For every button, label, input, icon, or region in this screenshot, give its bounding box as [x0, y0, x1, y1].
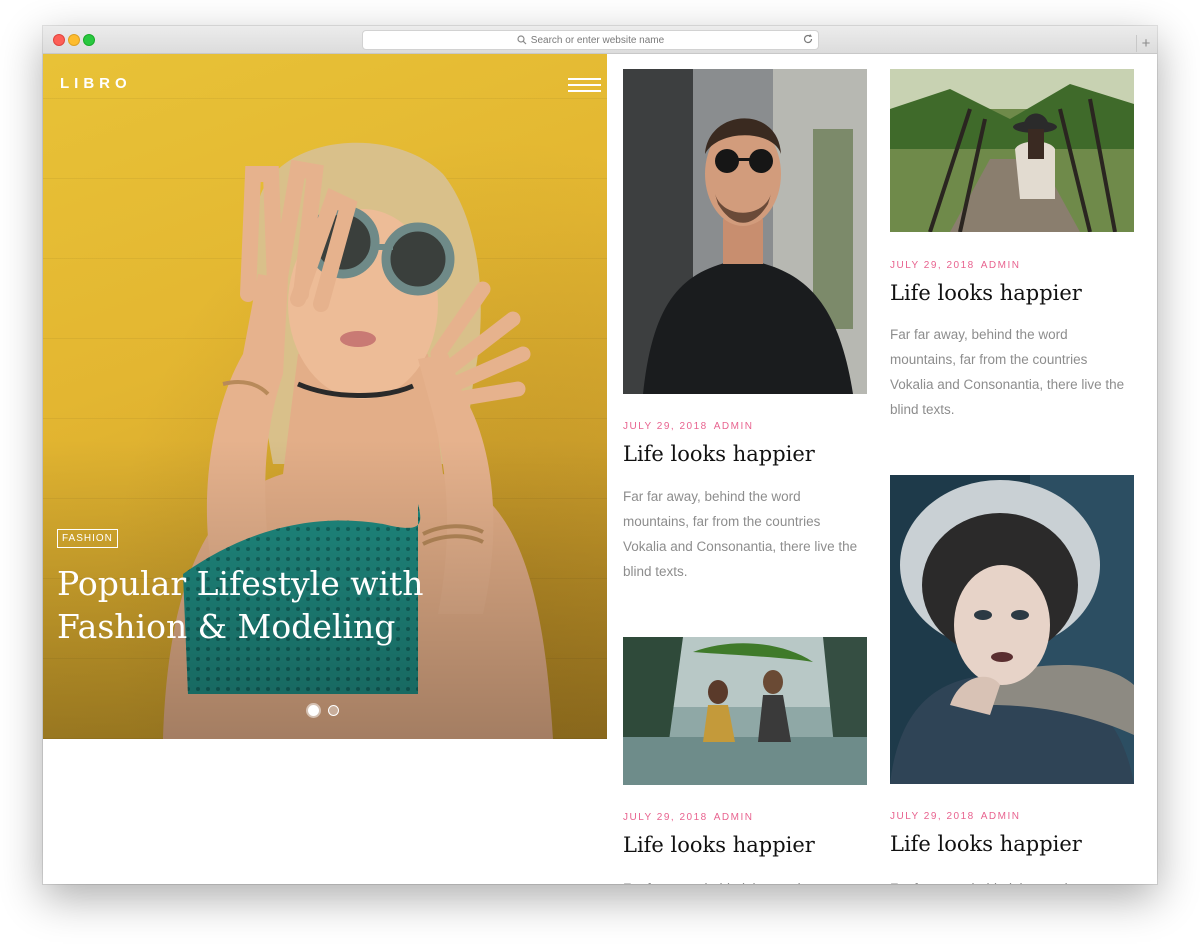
- post-date-2[interactable]: JULY 29, 2018: [890, 260, 975, 271]
- post-photo-3: [623, 637, 867, 785]
- post-image-2[interactable]: [890, 69, 1134, 232]
- reload-icon[interactable]: [802, 33, 814, 45]
- page: LIBRO FASHION Popular Lifestyle with Fas…: [43, 54, 1157, 884]
- browser-window: Search or enter website name + LIBRO FAS…: [43, 26, 1157, 884]
- zoom-window-button[interactable]: [83, 34, 95, 46]
- menu-icon[interactable]: [568, 78, 601, 92]
- search-icon: [517, 35, 527, 45]
- minimize-window-button[interactable]: [68, 34, 80, 46]
- post-date-3[interactable]: JULY 29, 2018: [623, 812, 708, 823]
- site-logo[interactable]: LIBRO: [60, 75, 132, 92]
- post-photo-4: [890, 475, 1134, 784]
- post-date-4[interactable]: JULY 29, 2018: [890, 811, 975, 822]
- post-excerpt-2: Far far away, behind the word mountains,…: [890, 327, 1125, 417]
- hero-slider: LIBRO FASHION Popular Lifestyle with Fas…: [43, 54, 607, 739]
- slider-dot-1[interactable]: [308, 705, 319, 716]
- post-date-1[interactable]: JULY 29, 2018: [623, 421, 708, 432]
- post-excerpt-1: Far far away, behind the word mountains,…: [623, 489, 858, 579]
- post-meta-1: JULY 29, 2018 ADMIN: [623, 421, 753, 432]
- post-title-3[interactable]: Life looks happier: [623, 833, 815, 857]
- post-photo-2: [890, 69, 1134, 232]
- post-image-3[interactable]: [623, 637, 867, 785]
- post-title-4[interactable]: Life looks happier: [890, 832, 1082, 856]
- address-placeholder: Search or enter website name: [530, 34, 665, 46]
- category-tag[interactable]: FASHION: [57, 529, 118, 548]
- post-title-2[interactable]: Life looks happier: [890, 281, 1082, 305]
- post-meta-3: JULY 29, 2018 ADMIN: [623, 812, 753, 823]
- browser-titlebar: Search or enter website name +: [43, 26, 1157, 54]
- post-image-1[interactable]: [623, 69, 867, 394]
- post-image-4[interactable]: [890, 475, 1134, 784]
- post-author-4[interactable]: ADMIN: [981, 811, 1021, 822]
- slider-pagination: [308, 705, 339, 716]
- post-meta-4: JULY 29, 2018 ADMIN: [890, 811, 1020, 822]
- address-bar[interactable]: Search or enter website name: [362, 30, 819, 50]
- post-excerpt-4: Far far away, behind the word: [890, 876, 1130, 884]
- post-title-1[interactable]: Life looks happier: [623, 442, 815, 466]
- post-photo-1: [623, 69, 867, 394]
- new-tab-button[interactable]: +: [1136, 35, 1155, 52]
- slider-dot-2[interactable]: [328, 705, 339, 716]
- post-excerpt-3: Far far away, behind the word: [623, 876, 863, 884]
- post-author-2[interactable]: ADMIN: [981, 260, 1021, 271]
- hero-title[interactable]: Popular Lifestyle with Fashion & Modelin…: [57, 562, 517, 648]
- post-author-3[interactable]: ADMIN: [714, 812, 754, 823]
- close-window-button[interactable]: [53, 34, 65, 46]
- post-author-1[interactable]: ADMIN: [714, 421, 754, 432]
- post-meta-2: JULY 29, 2018 ADMIN: [890, 260, 1020, 271]
